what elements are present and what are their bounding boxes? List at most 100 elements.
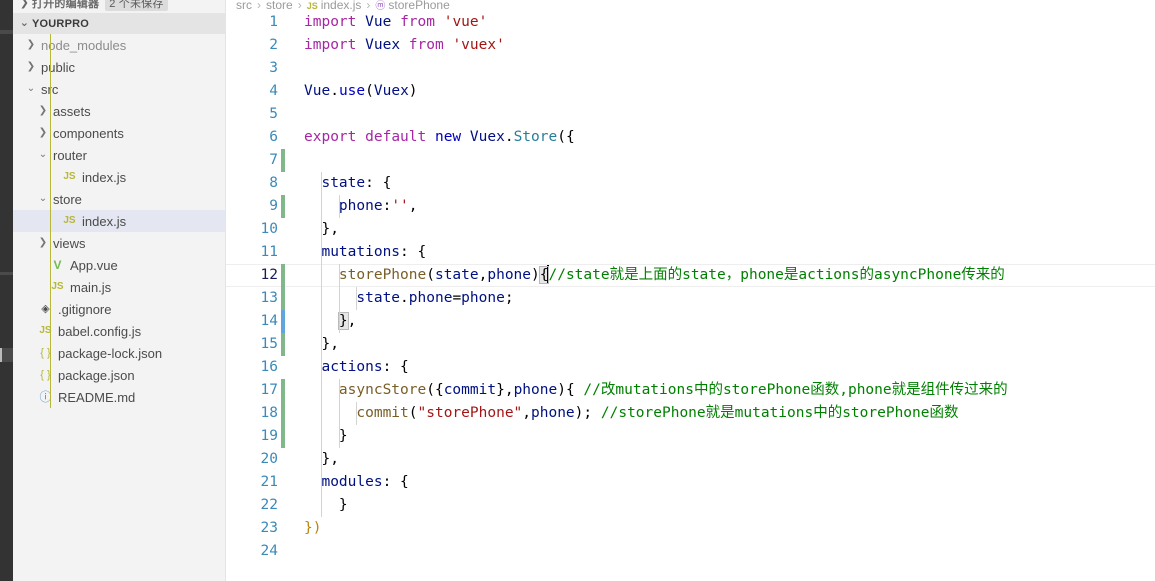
code-line[interactable]: 13 state.phone=phone; (226, 287, 1155, 310)
code-text: storePhone(state,phone){//state就是上面的stat… (304, 264, 1155, 287)
tree-item-label: router (53, 147, 87, 163)
js-file-icon: JS (51, 281, 64, 292)
breadcrumb[interactable]: src › store › JS index.js › ⓜ storePhone (226, 0, 1155, 12)
indent-guide (321, 310, 323, 333)
tree-item-index-js[interactable]: JS index.js (13, 166, 225, 188)
code-line[interactable]: 20 }, (226, 448, 1155, 471)
code-token: import (304, 14, 357, 30)
code-line[interactable]: 8 state: { (226, 172, 1155, 195)
code-line[interactable]: 11 mutations: { (226, 241, 1155, 264)
tree-item-label: store (53, 191, 82, 207)
code-line[interactable]: 12 storePhone(state,phone){//state就是上面的s… (226, 264, 1155, 287)
activity-bar[interactable] (0, 0, 15, 581)
indent-guide (321, 356, 323, 379)
tree-item-src[interactable]: ⌄src (13, 78, 225, 100)
tree-item-babel-config-js[interactable]: JS babel.config.js (13, 320, 225, 342)
code-line[interactable]: 5 (226, 103, 1155, 126)
code-line[interactable]: 17 asyncStore({commit},phone){ //改mutati… (226, 379, 1155, 402)
tree-item-assets[interactable]: ❯ assets (13, 100, 225, 122)
diff-gutter (278, 218, 286, 241)
activity-bar-icon-explorer[interactable] (0, 30, 13, 34)
code-token: : { (400, 244, 427, 260)
chevron-down-icon[interactable]: ⌄ (17, 18, 32, 29)
diff-gutter (278, 103, 286, 126)
tree-item-views[interactable]: ❯ views (13, 232, 225, 254)
tree-item-router[interactable]: ⌄ router (13, 144, 225, 166)
breadcrumb-separator: › (366, 0, 371, 12)
code-token: phone (531, 405, 575, 421)
code-line[interactable]: 22 } (226, 494, 1155, 517)
tree-item-public[interactable]: ❯ public (13, 56, 225, 78)
chevron-right-icon[interactable]: ❯ (37, 238, 49, 248)
chevron-right-icon[interactable]: ❯ (25, 40, 37, 50)
diff-gutter (278, 425, 286, 448)
code-line[interactable]: 1 import Vue from 'vue' (226, 11, 1155, 34)
code-line[interactable]: 24 (226, 540, 1155, 563)
line-number: 21 (260, 474, 278, 490)
breadcrumb-item[interactable]: JS index.js (307, 0, 362, 12)
chevron-right-icon[interactable]: ❯ (37, 106, 49, 116)
tree-item-components[interactable]: ❯ components (13, 122, 225, 144)
section-open-editors[interactable]: ❯ 打开的编辑器 2 个未保存 (13, 0, 225, 14)
code-line[interactable]: 2 import Vuex from 'vuex' (226, 34, 1155, 57)
tree-item-node-modules[interactable]: ❯ node_modules (13, 34, 225, 56)
section-project-root[interactable]: ⌄ YOURPRO (13, 13, 225, 34)
breadcrumb-separator: › (297, 0, 302, 12)
line-number: 12 (260, 267, 278, 283)
tree-item-package-lock-json[interactable]: { } package-lock.json (13, 342, 225, 364)
tree-item-package-json[interactable]: { } package.json (13, 364, 225, 386)
explorer-sidebar: ❯ 打开的编辑器 2 个未保存 ⌄ YOURPRO ❯ node_modules ❯… (13, 0, 226, 581)
code-line[interactable]: 19 } (226, 425, 1155, 448)
line-number: 4 (269, 83, 278, 99)
chevron-down-icon[interactable]: ⌄ (37, 150, 49, 160)
code-line[interactable]: 18 commit("storePhone",phone); //storePh… (226, 402, 1155, 425)
code-token: phone (487, 267, 532, 283)
code-line[interactable]: 10 }, (226, 218, 1155, 241)
chevron-right-icon[interactable]: ❯ (17, 0, 32, 9)
code-token: export (304, 129, 357, 145)
code-line[interactable]: 9 phone:'', (226, 195, 1155, 218)
indent-guide (356, 287, 358, 310)
chevron-right-icon[interactable]: ❯ (25, 62, 37, 72)
chevron-down-icon[interactable]: ⌄ (37, 194, 49, 204)
code-token: state (356, 290, 401, 306)
diff-gutter (278, 379, 286, 402)
tree-item-main-js[interactable]: JS main.js (13, 276, 225, 298)
overview-ruler[interactable] (1141, 0, 1155, 581)
tree-item-label: package.json (58, 367, 135, 383)
code-token: : (382, 198, 392, 214)
diff-gutter (278, 57, 286, 80)
indent-guide (321, 471, 323, 494)
code-line[interactable]: 14 }, (226, 310, 1155, 333)
tree-item-index-js[interactable]: JS index.js (13, 34, 225, 408)
indent-guide (321, 333, 323, 356)
code-line[interactable]: 4 Vue.use(Vuex) (226, 80, 1155, 103)
code-line[interactable]: 7 (226, 149, 1155, 172)
breadcrumb-item[interactable]: src (236, 0, 252, 12)
code-line[interactable]: 21 modules: { (226, 471, 1155, 494)
tree-item--gitignore[interactable]: ◈ .gitignore (13, 298, 225, 320)
tree-item-label: public (41, 59, 75, 75)
indent-guide (321, 218, 323, 241)
chevron-down-icon[interactable]: ⌄ (25, 84, 37, 94)
selection-indicator (50, 34, 51, 408)
activity-bar-icon-search[interactable] (0, 272, 13, 275)
tree-item-store[interactable]: ⌄ store (13, 188, 225, 210)
code-line[interactable]: 23}) (226, 517, 1155, 540)
code-line[interactable]: 15 }, (226, 333, 1155, 356)
code-editor[interactable]: 1 import Vue from 'vue' 2 import Vuex from … (226, 11, 1155, 581)
tree-item-app-vue[interactable]: V App.vue (13, 254, 225, 276)
tree-item-readme-md[interactable]: ⓘ README.md (13, 386, 225, 408)
code-line[interactable]: 3 (226, 57, 1155, 80)
breadcrumb-item[interactable]: store (266, 0, 293, 12)
code-line[interactable]: 6 export default new Vuex.Store({ (226, 126, 1155, 149)
code-text: Vue.use(Vuex) (304, 80, 1155, 103)
gutter-modified-marker (281, 310, 285, 333)
chevron-right-icon[interactable]: ❯ (37, 128, 49, 138)
code-line[interactable]: 16 actions: { (226, 356, 1155, 379)
line-number: 17 (260, 382, 278, 398)
